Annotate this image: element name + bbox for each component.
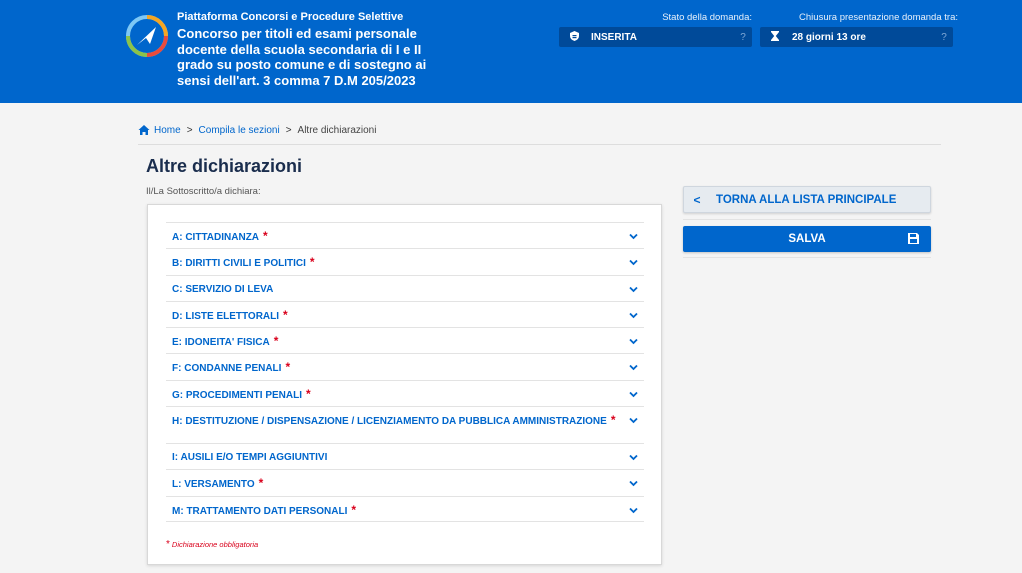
required-star: * <box>263 229 268 243</box>
accordion-item-label: A: CITTADINANZA * <box>172 223 268 244</box>
floppy-disk-icon <box>908 233 919 244</box>
breadcrumb: Home > Compila le sezioni > Altre dichia… <box>138 124 376 136</box>
back-to-list-button[interactable]: < TORNA ALLA LISTA PRINCIPALE <box>683 186 931 213</box>
page-title: Altre dichiarazioni <box>146 156 303 176</box>
accordion-item[interactable]: A: CITTADINANZA * <box>166 222 644 248</box>
accordion-item[interactable]: E: IDONEITA' FISICA * <box>166 327 644 353</box>
accordion-item-label: D: LISTE ELETTORALI * <box>172 302 288 323</box>
deadline-help-icon[interactable]: ? <box>935 32 953 43</box>
accordion-item[interactable]: D: LISTE ELETTORALI * <box>166 300 644 327</box>
save-label: SALVA <box>788 233 826 245</box>
accordion-item-label: I: AUSILI E/O TEMPI AGGIUNTIVI <box>172 444 327 464</box>
breadcrumb-separator: > <box>285 124 292 136</box>
accordion-item-text: D: LISTE ELETTORALI <box>172 310 280 322</box>
required-star: * <box>283 307 288 322</box>
accordion-item-text: E: IDONEITA' FISICA <box>172 337 270 349</box>
chevron-down-icon <box>629 286 638 292</box>
deadline-value: 28 giorni 13 ore <box>792 31 866 43</box>
accordion-item-label: M: TRATTAMENTO DATI PERSONALI * <box>172 497 356 518</box>
chevron-down-icon <box>629 454 638 461</box>
accordion-item-label: F: CONDANNE PENALI * <box>172 354 290 375</box>
chevron-down-icon <box>629 481 638 487</box>
breadcrumb-separator: > <box>186 124 193 136</box>
accordion-item-text: F: CONDANNE PENALI <box>172 363 282 375</box>
platform-logo-icon <box>126 15 168 57</box>
declarations-card: A: CITTADINANZA * B: DIRITTI CIVILI E POLI… <box>147 204 662 565</box>
accordion-item-label: B: DIRITTI CIVILI E POLITICI * <box>172 249 315 270</box>
required-legend: * Dichiarazione obbligatoria <box>166 539 258 550</box>
hourglass-icon <box>764 30 786 44</box>
chevron-down-icon <box>629 312 638 319</box>
required-star: * <box>306 386 311 401</box>
required-legend-text: Dichiarazione obbligatoria <box>171 540 259 549</box>
accordion-item-text: I: AUSILI E/O TEMPI AGGIUNTIVI <box>172 452 328 464</box>
accordion-item[interactable]: H: DESTITUZIONE / DISPENSAZIONE / LICENZ… <box>166 406 644 443</box>
status-value: INSERITA <box>591 31 637 43</box>
accordion-item-text: H: DESTITUZIONE / DISPENSAZIONE / LICENZ… <box>172 416 607 428</box>
platform-name: Piattaforma Concorsi e Procedure Seletti… <box>177 11 404 23</box>
accordion-item-text: C: SERVIZIO DI LEVA <box>172 283 274 295</box>
accordion-item-label: G: PROCEDIMENTI PENALI * <box>172 381 311 402</box>
required-star: * <box>610 413 616 428</box>
required-star: * <box>309 255 315 270</box>
breadcrumb-current: Altre dichiarazioni <box>297 124 377 136</box>
chevron-down-icon <box>629 260 638 266</box>
competition-title: Concorso per titoli ed esami personale d… <box>177 26 427 88</box>
accordion-item-label: C: SERVIZIO DI LEVA <box>172 276 273 296</box>
accordion-item[interactable]: B: DIRITTI CIVILI E POLITICI * <box>166 248 644 274</box>
required-star: * <box>273 334 279 349</box>
chevron-down-icon <box>629 233 638 240</box>
divider <box>683 219 931 220</box>
status-label: Stato della domanda: <box>662 12 752 23</box>
breadcrumb-sections-link[interactable]: Compila le sezioni <box>199 125 280 136</box>
chevron-down-icon <box>629 339 638 345</box>
breadcrumb-home-link[interactable]: Home <box>154 125 181 136</box>
status-box: INSERITA ? <box>559 27 752 47</box>
breadcrumb-divider <box>138 144 941 145</box>
deadline-box: 28 giorni 13 ore ? <box>760 27 953 47</box>
accordion-item-text: M: TRATTAMENTO DATI PERSONALI <box>172 505 348 517</box>
accordion-item[interactable]: L: VERSAMENTO * <box>166 469 644 495</box>
chevron-left-icon: < <box>693 192 701 207</box>
accordion-item[interactable]: I: AUSILI E/O TEMPI AGGIUNTIVI <box>166 443 644 469</box>
accordion-item-label: L: VERSAMENTO * <box>172 470 263 491</box>
accordion-item-text: A: CITTADINANZA <box>172 232 260 243</box>
accordion-item-text: G: PROCEDIMENTI PENALI <box>172 389 303 401</box>
required-star: * <box>351 502 357 517</box>
chevron-down-icon <box>629 365 638 371</box>
accordion-item-text: L: VERSAMENTO <box>172 479 255 491</box>
required-star: * <box>166 539 170 550</box>
accordion-item[interactable]: G: PROCEDIMENTI PENALI * <box>166 379 644 406</box>
status-help-icon[interactable]: ? <box>734 32 752 43</box>
accordion-item[interactable]: F: CONDANNE PENALI * <box>166 353 644 379</box>
chevron-down-icon <box>629 391 638 398</box>
divider <box>683 257 931 258</box>
save-button[interactable]: SALVA <box>683 226 931 252</box>
accordion-item-label: H: DESTITUZIONE / DISPENSAZIONE / LICENZ… <box>172 407 616 428</box>
shield-icon <box>563 30 585 44</box>
home-icon[interactable] <box>138 124 150 136</box>
back-to-list-label: TORNA ALLA LISTA PRINCIPALE <box>716 193 897 206</box>
accordion-item[interactable]: C: SERVIZIO DI LEVA <box>166 274 644 301</box>
deadline-label: Chiusura presentazione domanda tra: <box>799 12 958 23</box>
declarations-accordion: A: CITTADINANZA * B: DIRITTI CIVILI E POLI… <box>166 222 644 522</box>
app-header: Piattaforma Concorsi e Procedure Seletti… <box>0 0 1022 103</box>
chevron-down-icon <box>629 417 638 424</box>
page-subtitle: Il/La Sottoscritto/a dichiara: <box>146 186 261 197</box>
accordion-item-text: B: DIRITTI CIVILI E POLITICI <box>172 258 306 270</box>
required-star: * <box>285 360 291 375</box>
accordion-item-label: E: IDONEITA' FISICA * <box>172 328 278 349</box>
accordion-item[interactable]: M: TRATTAMENTO DATI PERSONALI * <box>166 495 644 522</box>
required-star: * <box>258 476 264 491</box>
chevron-down-icon <box>629 507 638 513</box>
